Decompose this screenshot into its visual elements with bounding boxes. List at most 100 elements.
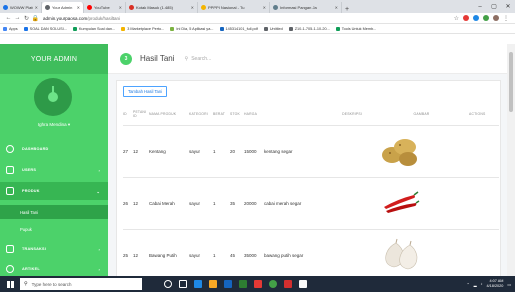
avatar[interactable] bbox=[34, 78, 72, 116]
browser-tab[interactable]: WOWW Platform Ma ✕ bbox=[0, 2, 42, 13]
taskbar-search[interactable]: ⚲ Type here to search bbox=[20, 278, 142, 290]
user-name[interactable]: Ighra Mendina ▾ bbox=[0, 122, 108, 128]
cell-actions[interactable] bbox=[469, 125, 499, 178]
network-icon[interactable]: ▂ bbox=[474, 282, 477, 287]
tab-label: Informasi Pangan Ja bbox=[280, 5, 317, 10]
bookmark-item[interactable]: Untitled bbox=[263, 26, 283, 31]
sidebar-item-users[interactable]: USERS › bbox=[0, 161, 108, 179]
new-tab-icon[interactable]: + bbox=[342, 6, 352, 13]
page-header: 3 Hasil Tani ⚲ Search... bbox=[108, 44, 507, 74]
column-header[interactable]: DESKRIPSI bbox=[264, 103, 374, 126]
browser-tab[interactable]: PPPPI Nasional - Tu ✕ bbox=[198, 2, 270, 13]
bookmark-item[interactable]: 145314101_full.pdf bbox=[219, 26, 258, 31]
sidebar-item-transaksi[interactable]: TRANSAKSI › bbox=[0, 240, 108, 258]
close-icon[interactable]: ✕ bbox=[77, 5, 80, 10]
sidebar-item-produk[interactable]: PRODUK ⌄ bbox=[0, 182, 108, 200]
browser-tab[interactable]: Kotak Masuk (1.485) ✕ bbox=[126, 2, 198, 13]
column-header[interactable]: KATEGORI bbox=[189, 103, 213, 126]
column-header[interactable]: ID bbox=[123, 103, 133, 126]
profile-avatar-icon[interactable] bbox=[493, 15, 499, 21]
cell-actions[interactable] bbox=[469, 229, 499, 276]
bookmark-item[interactable]: Ini Dia, 5 Aplikasi ya... bbox=[170, 26, 214, 31]
windows-start-icon[interactable] bbox=[0, 276, 20, 292]
sidebar-subitem-hasil-tani[interactable]: Hasil Tani bbox=[0, 205, 108, 219]
sidebar-item-dashboard[interactable]: DASHBOARD bbox=[0, 140, 108, 158]
bookmark-item[interactable]: SOAL DAN SOLUSI... bbox=[23, 26, 67, 31]
extension-icon[interactable] bbox=[463, 15, 469, 21]
close-icon[interactable]: ✕ bbox=[263, 5, 266, 10]
cortana-icon[interactable] bbox=[164, 280, 172, 288]
sidebar-subitem-pupuk[interactable]: Pupuk bbox=[0, 222, 108, 236]
url-field[interactable]: admin.yourpaosa.com/produk/hasiltani bbox=[43, 16, 454, 21]
search-input[interactable]: Search... bbox=[191, 56, 211, 62]
tab-label: WOWW Platform Ma bbox=[10, 5, 33, 10]
chevron-up-icon[interactable]: ⌃ bbox=[466, 282, 469, 287]
volume-icon[interactable]: ♪ bbox=[481, 282, 483, 286]
table-row[interactable]: 27 12 Kentang sayur 1 20 15000 kentang s… bbox=[123, 125, 499, 178]
close-icon[interactable]: ✕ bbox=[35, 5, 38, 10]
taskbar-search-input[interactable]: Type here to search bbox=[32, 282, 72, 287]
column-header[interactable]: NAMA PRODUK bbox=[149, 103, 189, 126]
apps-icon bbox=[3, 26, 7, 31]
bookmark-label: Apps bbox=[9, 26, 18, 31]
extension-icon[interactable] bbox=[473, 15, 479, 21]
brand-title[interactable]: YOUR ADMIN bbox=[0, 44, 108, 74]
cell-berat: 1 bbox=[213, 125, 230, 178]
cell-actions[interactable] bbox=[469, 177, 499, 230]
edge-icon[interactable] bbox=[194, 280, 202, 288]
search-box[interactable]: ⚲ Search... bbox=[185, 56, 212, 62]
browser-tab-active[interactable]: Your Admin ✕ bbox=[42, 2, 84, 13]
bookmark-item[interactable]: Tools Untuk Memb... bbox=[335, 26, 376, 31]
column-header[interactable]: ACTIONS bbox=[469, 103, 499, 126]
close-icon[interactable]: ✕ bbox=[335, 5, 338, 10]
more-menu-icon[interactable]: ⋮ bbox=[503, 15, 509, 22]
browser-tab-bar: WOWW Platform Ma ✕ Your Admin ✕ YouTube … bbox=[0, 0, 515, 13]
close-icon[interactable]: ✕ bbox=[119, 5, 122, 10]
notification-icon[interactable]: ▭ bbox=[507, 282, 511, 287]
table-row[interactable]: 25 12 Bawang Putih sayur 1 45 35000 bawa… bbox=[123, 229, 499, 276]
browser-tab[interactable]: YouTube ✕ bbox=[84, 2, 126, 13]
cell-berat: 1 bbox=[213, 177, 230, 230]
cell-harga: 20000 bbox=[244, 177, 264, 230]
excel-icon[interactable] bbox=[239, 280, 247, 288]
lock-icon[interactable]: 🔒 bbox=[31, 15, 40, 22]
column-header[interactable]: PETANI ID bbox=[133, 103, 149, 126]
close-icon[interactable]: ✕ bbox=[191, 5, 194, 10]
word-icon[interactable] bbox=[224, 280, 232, 288]
column-header[interactable]: STOK bbox=[230, 103, 244, 126]
table-row[interactable]: 26 12 Cabai Merah sayur 1 35 20000 cabai… bbox=[123, 177, 499, 230]
reload-icon[interactable]: ↻ bbox=[22, 15, 31, 22]
back-icon[interactable]: ← bbox=[4, 15, 13, 21]
minimize-icon[interactable]: – bbox=[473, 4, 487, 10]
page-scrollbar[interactable] bbox=[507, 44, 515, 276]
maximize-icon[interactable]: ▢ bbox=[487, 3, 501, 10]
app-icon[interactable] bbox=[299, 280, 307, 288]
forward-icon[interactable]: → bbox=[13, 15, 22, 21]
column-header[interactable]: HARGA bbox=[244, 103, 264, 126]
cell-id: 27 bbox=[123, 125, 133, 178]
search-icon: ⚲ bbox=[24, 281, 28, 287]
bookmark-item[interactable]: Kumpulan Soal dan... bbox=[72, 26, 115, 31]
bookmark-item[interactable]: Apps bbox=[3, 26, 18, 31]
clock[interactable]: 4:07 AM 4/18/2020 bbox=[487, 279, 504, 289]
product-table: ID PETANI ID NAMA PRODUK KATEGORI BERAT … bbox=[123, 103, 499, 276]
browser-tab[interactable]: Informasi Pangan Ja ✕ bbox=[270, 2, 342, 13]
bookmark-star-icon[interactable]: ☆ bbox=[454, 15, 459, 22]
column-header[interactable]: GAMBAR bbox=[374, 103, 469, 126]
extension-icon[interactable] bbox=[483, 15, 489, 21]
scrollbar-thumb[interactable] bbox=[509, 52, 513, 112]
chrome-icon[interactable] bbox=[269, 280, 277, 288]
table-header-row: ID PETANI ID NAMA PRODUK KATEGORI BERAT … bbox=[123, 103, 499, 126]
chili-image bbox=[384, 190, 420, 213]
file-explorer-icon[interactable] bbox=[209, 280, 217, 288]
cell-gambar bbox=[374, 125, 469, 178]
column-header[interactable]: BERAT bbox=[213, 103, 230, 126]
task-view-icon[interactable] bbox=[179, 280, 187, 288]
powerpoint-icon[interactable] bbox=[254, 280, 262, 288]
bookmark-icon bbox=[263, 26, 268, 31]
bookmark-item[interactable]: 3 Marketplace Perto... bbox=[121, 26, 164, 31]
add-hasil-tani-button[interactable]: Tambah Hasil Tani bbox=[123, 86, 168, 97]
app-icon[interactable] bbox=[284, 280, 292, 288]
close-icon[interactable]: ✕ bbox=[501, 3, 515, 10]
bookmark-item[interactable]: Z10-1-705-1-10-20... bbox=[288, 26, 330, 31]
